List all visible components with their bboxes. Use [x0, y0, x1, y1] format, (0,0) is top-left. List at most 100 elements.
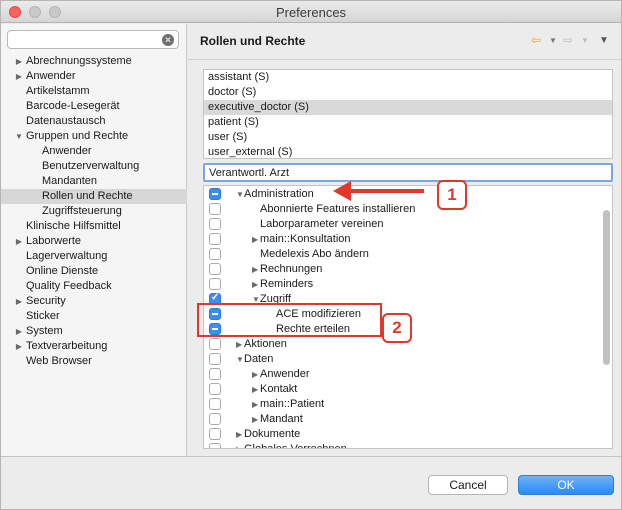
right-checkbox[interactable] — [209, 443, 221, 448]
rights-tree-row[interactable]: ▶ Mandant — [204, 412, 599, 427]
sidebar-item-label: Quality Feedback — [26, 280, 112, 292]
right-checkbox[interactable] — [209, 353, 221, 365]
right-checkbox[interactable] — [209, 413, 221, 425]
rights-tree-row[interactable]: Medelexis Abo ändern — [204, 247, 599, 262]
sidebar-item-label: Artikelstamm — [26, 85, 90, 97]
sidebar-item[interactable]: ▶ Laborwerte — [1, 234, 187, 249]
sidebar-item[interactable]: Anwender — [1, 144, 187, 159]
rights-tree-row[interactable]: ▶ main::Patient — [204, 397, 599, 412]
collapsed-chevron-icon[interactable]: ▶ — [236, 337, 242, 352]
collapsed-chevron-icon[interactable]: ▶ — [236, 427, 242, 442]
preferences-window: Preferences ✕ ▶ Abrechnungssysteme ▶ Anwend… — [0, 0, 622, 510]
collapsed-chevron-icon[interactable]: ▶ — [236, 442, 242, 448]
right-checkbox[interactable] — [209, 218, 221, 230]
collapsed-chevron-icon[interactable]: ▶ — [252, 367, 258, 382]
view-menu-icon[interactable]: ▼ — [599, 35, 609, 46]
forward-menu-chevron-icon[interactable]: ▼ — [581, 36, 589, 45]
collapsed-chevron-icon[interactable]: ▶ — [14, 234, 24, 249]
expanded-chevron-icon[interactable]: ▼ — [236, 187, 244, 202]
sidebar-item[interactable]: Barcode-Lesegerät — [1, 99, 187, 114]
role-list-item[interactable]: assistant (S) — [204, 70, 612, 85]
collapsed-chevron-icon[interactable]: ▶ — [14, 69, 24, 84]
rights-tree-row[interactable]: ▶ main::Konsultation — [204, 232, 599, 247]
sidebar-item[interactable]: Rollen und Rechte — [1, 189, 187, 204]
sidebar-item[interactable]: Artikelstamm — [1, 84, 187, 99]
right-label: Abonnierte Features installieren — [260, 203, 416, 215]
right-checkbox[interactable] — [209, 248, 221, 260]
expanded-chevron-icon[interactable]: ▼ — [14, 129, 24, 144]
rights-tree-row[interactable]: ▶ Kontakt — [204, 382, 599, 397]
window-title: Preferences — [275, 5, 347, 20]
rights-tree-row[interactable]: ▼ Daten — [204, 352, 599, 367]
sidebar-item[interactable]: Mandanten — [1, 174, 187, 189]
rights-tree-row[interactable]: ▶ Dokumente — [204, 427, 599, 442]
right-checkbox[interactable] — [209, 398, 221, 410]
preference-page: Rollen und Rechte ⇦ ▼ ⇨ ▼ ▼ assistant (S… — [188, 24, 621, 456]
right-checkbox[interactable] — [209, 278, 221, 290]
filter-input[interactable]: ✕ — [7, 30, 179, 49]
role-list-item[interactable]: doctor (S) — [204, 85, 612, 100]
role-name-input[interactable] — [203, 163, 613, 182]
role-list-item[interactable]: executive_doctor (S) — [204, 100, 612, 115]
right-label: Dokumente — [244, 428, 301, 440]
right-checkbox[interactable] — [209, 428, 221, 440]
sidebar-item[interactable]: Sticker — [1, 309, 187, 324]
expanded-chevron-icon[interactable]: ▼ — [236, 352, 244, 367]
sidebar-item[interactable]: Web Browser — [1, 354, 187, 369]
sidebar-item[interactable]: ▶ Anwender — [1, 69, 187, 84]
rights-tree-row[interactable]: ▶Globales Verrechnen — [204, 442, 599, 448]
rights-tree-row[interactable]: ▶ Anwender — [204, 367, 599, 382]
sidebar-item[interactable]: ▶ Security — [1, 294, 187, 309]
sidebar-item[interactable]: ▶ Textverarbeitung — [1, 339, 187, 354]
collapsed-chevron-icon[interactable]: ▶ — [14, 294, 24, 309]
rights-tree-row[interactable]: ▶ Rechnungen — [204, 262, 599, 277]
collapsed-chevron-icon[interactable]: ▶ — [252, 397, 258, 412]
collapsed-chevron-icon[interactable]: ▶ — [14, 339, 24, 354]
ok-button[interactable]: OK — [518, 475, 614, 495]
rights-tree-row[interactable]: ▶ Reminders — [204, 277, 599, 292]
annotation-highlight-box — [197, 303, 382, 337]
right-label: Daten — [244, 353, 274, 365]
right-checkbox[interactable] — [209, 203, 221, 215]
sidebar-item[interactable]: ▶ Abrechnungssysteme — [1, 54, 187, 69]
collapsed-chevron-icon[interactable]: ▶ — [252, 262, 258, 277]
sidebar-item-label: Zugriffsteuerung — [42, 205, 122, 217]
sidebar-item[interactable]: Lagerverwaltung — [1, 249, 187, 264]
clear-filter-icon[interactable]: ✕ — [162, 34, 174, 46]
right-checkbox[interactable] — [209, 188, 221, 200]
collapsed-chevron-icon[interactable]: ▶ — [14, 324, 24, 339]
cancel-button[interactable]: Cancel — [428, 475, 508, 495]
right-checkbox[interactable] — [209, 338, 221, 350]
right-checkbox[interactable] — [209, 233, 221, 245]
right-label: Kontakt — [260, 383, 298, 395]
right-checkbox[interactable] — [209, 263, 221, 275]
collapsed-chevron-icon[interactable]: ▶ — [14, 54, 24, 69]
rights-tree-row[interactable]: Laborparameter vereinen — [204, 217, 599, 232]
rights-tree-row[interactable]: ▼ Administration — [204, 187, 599, 202]
collapsed-chevron-icon[interactable]: ▶ — [252, 232, 258, 247]
sidebar-item-label: Mandanten — [42, 175, 98, 187]
sidebar-item[interactable]: Datenaustausch — [1, 114, 187, 129]
back-arrow-icon[interactable]: ⇦ — [531, 33, 541, 47]
collapsed-chevron-icon[interactable]: ▶ — [252, 412, 258, 427]
sidebar-item[interactable]: ▶ System — [1, 324, 187, 339]
role-list-item[interactable]: user_external (S) — [204, 145, 612, 160]
collapsed-chevron-icon[interactable]: ▶ — [252, 382, 258, 397]
sidebar-item[interactable]: Zugriffsteuerung — [1, 204, 187, 219]
history-nav: ⇦ ▼ ⇨ ▼ ▼ — [531, 33, 611, 49]
rights-tree-row[interactable]: Abonnierte Features installieren — [204, 202, 599, 217]
right-checkbox[interactable] — [209, 368, 221, 380]
sidebar-item[interactable]: Online Dienste — [1, 264, 187, 279]
forward-arrow-icon[interactable]: ⇨ — [563, 33, 573, 47]
sidebar-item[interactable]: Klinische Hilfsmittel — [1, 219, 187, 234]
right-checkbox[interactable] — [209, 383, 221, 395]
collapsed-chevron-icon[interactable]: ▶ — [252, 277, 258, 292]
back-menu-chevron-icon[interactable]: ▼ — [549, 36, 557, 45]
sidebar-item[interactable]: Quality Feedback — [1, 279, 187, 294]
sidebar-item-label: Klinische Hilfsmittel — [26, 220, 121, 232]
sidebar-item[interactable]: ▼ Gruppen und Rechte — [1, 129, 187, 144]
role-list-item[interactable]: patient (S) — [204, 115, 612, 130]
sidebar-item[interactable]: Benutzerverwaltung — [1, 159, 187, 174]
role-list-item[interactable]: user (S) — [204, 130, 612, 145]
rights-scrollbar[interactable] — [603, 210, 610, 365]
